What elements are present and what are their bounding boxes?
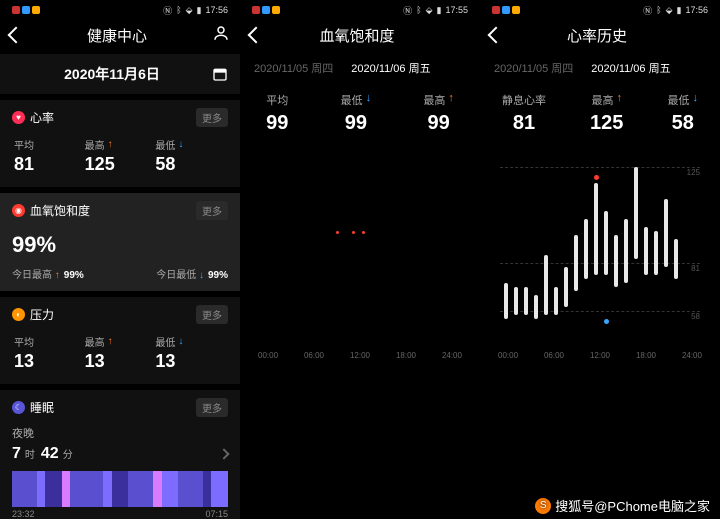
hr-chart: 125 81 58 [500, 147, 700, 347]
calendar-icon[interactable] [212, 66, 228, 82]
more-button[interactable]: 更多 [196, 108, 228, 127]
card-heart-rate[interactable]: ♥心率 更多 平均81 最高↑125 最低↓58 [0, 100, 240, 187]
blood-icon: ◉ [12, 204, 25, 217]
header: 健康中心 [0, 20, 240, 54]
date-tabs[interactable]: 2020/11/05 周四 2020/11/06 周五 [240, 54, 480, 86]
date-tabs[interactable]: 2020/11/05 周四 2020/11/06 周五 [480, 54, 720, 86]
sleep-chart [12, 471, 228, 507]
page-title: 血氧饱和度 [262, 25, 452, 46]
page-title: 健康中心 [22, 25, 212, 46]
tab-prev[interactable]: 2020/11/05 周四 [254, 60, 333, 76]
stress-icon: ◐ [12, 308, 25, 321]
screen-hr-history: Ⓝᛒ⬙▮17:56 心率历史 2020/11/05 周四 2020/11/06 … [480, 0, 720, 519]
date-picker[interactable]: 2020年11月6日 [0, 54, 240, 94]
more-button[interactable]: 更多 [196, 398, 228, 417]
nfc-icon: Ⓝ [163, 4, 172, 17]
arrow-up-icon: ↑ [108, 139, 113, 150]
card-sleep[interactable]: ☾睡眠 更多 夜晚 7时42分 23:3207:15 [0, 390, 240, 519]
screen-health-center: Ⓝᛒ⬙▮17:56 健康中心 2020年11月6日 ♥心率 更多 平均81 最高… [0, 0, 240, 519]
x-axis: 00:0006:0012:0018:0024:00 [498, 351, 702, 360]
more-button[interactable]: 更多 [196, 201, 228, 220]
profile-icon[interactable] [212, 24, 230, 47]
tab-current[interactable]: 2020/11/06 周五 [351, 60, 430, 76]
chevron-right-icon[interactable] [218, 448, 229, 459]
sohu-logo-icon: S [535, 498, 551, 514]
x-axis: 00:0006:0012:0018:0024:00 [258, 351, 462, 360]
page-title: 心率历史 [502, 25, 692, 46]
moon-icon: ☾ [12, 401, 25, 414]
tab-current[interactable]: 2020/11/06 周五 [591, 60, 670, 76]
spo2-chart [260, 147, 460, 347]
sleep-duration: 7时42分 [12, 445, 77, 463]
tab-prev[interactable]: 2020/11/05 周四 [494, 60, 573, 76]
status-bar: Ⓝᛒ⬙▮17:56 [0, 0, 240, 20]
bt-icon: ᛒ [176, 5, 181, 15]
heart-icon: ♥ [12, 111, 25, 124]
more-button[interactable]: 更多 [196, 305, 228, 324]
status-bar: Ⓝᛒ⬙▮17:55 [240, 0, 480, 20]
hr-min: 58 [155, 154, 226, 175]
watermark: S 搜狐号@PChome电脑之家 [535, 496, 710, 515]
spo2-value: 99% [12, 228, 228, 266]
date-label: 2020年11月6日 [12, 64, 212, 84]
card-spo2[interactable]: ◉血氧饱和度 更多 99% 今日最高 ↑99% 今日最低 ↓99% [0, 193, 240, 291]
battery-icon: ▮ [197, 5, 202, 16]
card-stress[interactable]: ◐压力 更多 平均13 最高↑13 最低↓13 [0, 297, 240, 384]
hr-max: 125 [85, 154, 156, 175]
arrow-down-icon: ↓ [178, 139, 183, 150]
hr-avg: 81 [14, 154, 85, 175]
clock: 17:56 [205, 5, 228, 15]
status-bar: Ⓝᛒ⬙▮17:56 [480, 0, 720, 20]
screen-spo2-detail: Ⓝᛒ⬙▮17:55 血氧饱和度 2020/11/05 周四 2020/11/06… [240, 0, 480, 519]
